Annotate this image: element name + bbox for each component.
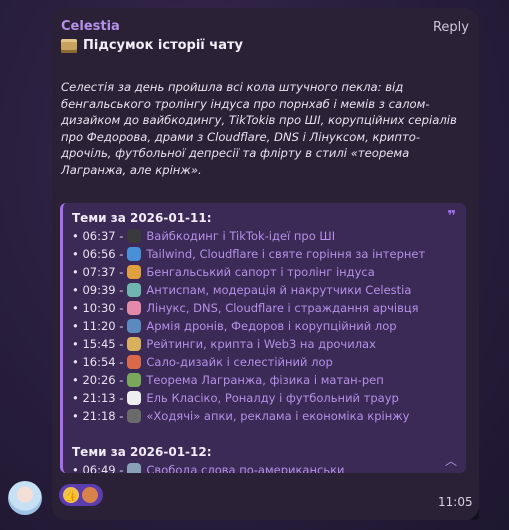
topic-emoji-icon — [127, 283, 142, 297]
topic-emoji-icon — [127, 247, 142, 261]
topic-emoji-icon — [127, 463, 142, 473]
topic-item[interactable]: • 21:18 - «Ходячі» апки, реклама і еконо… — [72, 408, 409, 424]
reaction-pill[interactable]: 👍 — [59, 484, 103, 506]
topic-emoji-icon — [127, 319, 142, 333]
topic-emoji-icon — [127, 409, 142, 423]
topic-item[interactable]: • 21:13 - Ель Класіко, Роналду і футболь… — [72, 390, 399, 406]
topic-link[interactable]: Армія дронів, Федоров і корупційний лор — [146, 319, 396, 333]
topic-time: • 07:37 - — [72, 265, 124, 279]
scroll-icon — [61, 38, 77, 53]
topic-emoji-icon — [127, 355, 142, 369]
topic-time: • 20:26 - — [72, 373, 124, 387]
topic-item[interactable]: • 06:37 - Вайбкодинг і TikTok-ідеї про Ш… — [72, 228, 335, 244]
message-title-text: Підсумок історії чату — [83, 38, 243, 53]
topic-item[interactable]: • 20:26 - Теорема Лагранжа, фізика і мат… — [72, 372, 384, 388]
message-time: 11:05 — [438, 495, 473, 509]
message-bubble: Celestia Reply Підсумок історії чату Сел… — [52, 8, 479, 520]
message-title: Підсумок історії чату — [61, 38, 243, 53]
topic-emoji-icon — [127, 391, 142, 405]
topic-link[interactable]: Вайбкодинг і TikTok-ідеї про ШІ — [146, 229, 335, 243]
topic-item[interactable]: • 15:45 - Рейтинги, крипта і Web3 на дро… — [72, 336, 376, 352]
thumbs-up-icon: 👍 — [63, 487, 79, 503]
topic-item[interactable]: • 06:49 - Свобода слова по-американськи — [72, 462, 345, 473]
topic-time: • 11:20 - — [72, 319, 124, 333]
topic-time: • 10:30 - — [72, 301, 124, 315]
day-heading: Теми за 2026-01-12: — [72, 445, 212, 459]
topic-emoji-icon — [127, 301, 142, 315]
topic-item[interactable]: • 10:30 - Лінукс, DNS, Cloudflare і стра… — [72, 300, 419, 316]
topic-item[interactable]: • 07:37 - Бенгальський сапорт і тролінг … — [72, 264, 375, 280]
topics-quote[interactable]: ❞ Теми за 2026-01-11: • 06:37 - Вайбкоди… — [60, 203, 466, 473]
topic-item[interactable]: • 09:39 - Антиспам, модерація й накрутчи… — [72, 282, 411, 298]
topic-link[interactable]: Теорема Лагранжа, фізика і матан-реп — [146, 373, 383, 387]
topic-link[interactable]: Ель Класіко, Роналду і футбольний траур — [146, 391, 398, 405]
topic-link[interactable]: «Ходячі» апки, реклама і економіка крінж… — [146, 409, 409, 423]
topic-link[interactable]: Бенгальський сапорт і тролінг індуса — [146, 265, 374, 279]
chevron-up-icon[interactable]: ︿ — [445, 452, 457, 469]
topic-time: • 06:56 - — [72, 247, 124, 261]
topic-link[interactable]: Антиспам, модерація й накрутчики Celesti… — [146, 283, 411, 297]
sender-avatar[interactable] — [8, 481, 42, 515]
summary-text: Селестія за день пройшла всі кола штучно… — [61, 80, 457, 177]
topic-item[interactable]: • 16:54 - Сало-дизайк і селестійний лор — [72, 354, 333, 370]
topic-item[interactable]: • 06:56 - Tailwind, Cloudflare і святе г… — [72, 246, 425, 262]
topic-link[interactable]: Сало-дизайк і селестійний лор — [146, 355, 332, 369]
topic-time: • 21:18 - — [72, 409, 124, 423]
topic-item[interactable]: • 11:20 - Армія дронів, Федоров і корупц… — [72, 318, 397, 334]
topic-emoji-icon — [127, 337, 142, 351]
topic-emoji-icon — [127, 229, 142, 243]
topic-time: • 06:37 - — [72, 229, 124, 243]
topic-link[interactable]: Лінукс, DNS, Cloudflare і страждання арч… — [146, 301, 418, 315]
topic-link[interactable]: Рейтинги, крипта і Web3 на дрочилах — [146, 337, 376, 351]
quote-icon: ❞ — [447, 207, 456, 225]
day-heading: Теми за 2026-01-11: — [72, 211, 212, 225]
topic-time: • 06:49 - — [72, 463, 124, 473]
topic-time: • 09:39 - — [72, 283, 124, 297]
reply-button[interactable]: Reply — [433, 20, 469, 35]
sender-name[interactable]: Celestia — [61, 19, 120, 34]
topic-time: • 21:13 - — [72, 391, 124, 405]
topic-link[interactable]: Свобода слова по-американськи — [146, 463, 344, 473]
topic-time: • 16:54 - — [72, 355, 124, 369]
topic-emoji-icon — [127, 265, 142, 279]
topic-emoji-icon — [127, 373, 142, 387]
topic-time: • 15:45 - — [72, 337, 124, 351]
topic-link[interactable]: Tailwind, Cloudflare і святе горіння за … — [146, 247, 425, 261]
reactor-avatar — [82, 487, 98, 503]
